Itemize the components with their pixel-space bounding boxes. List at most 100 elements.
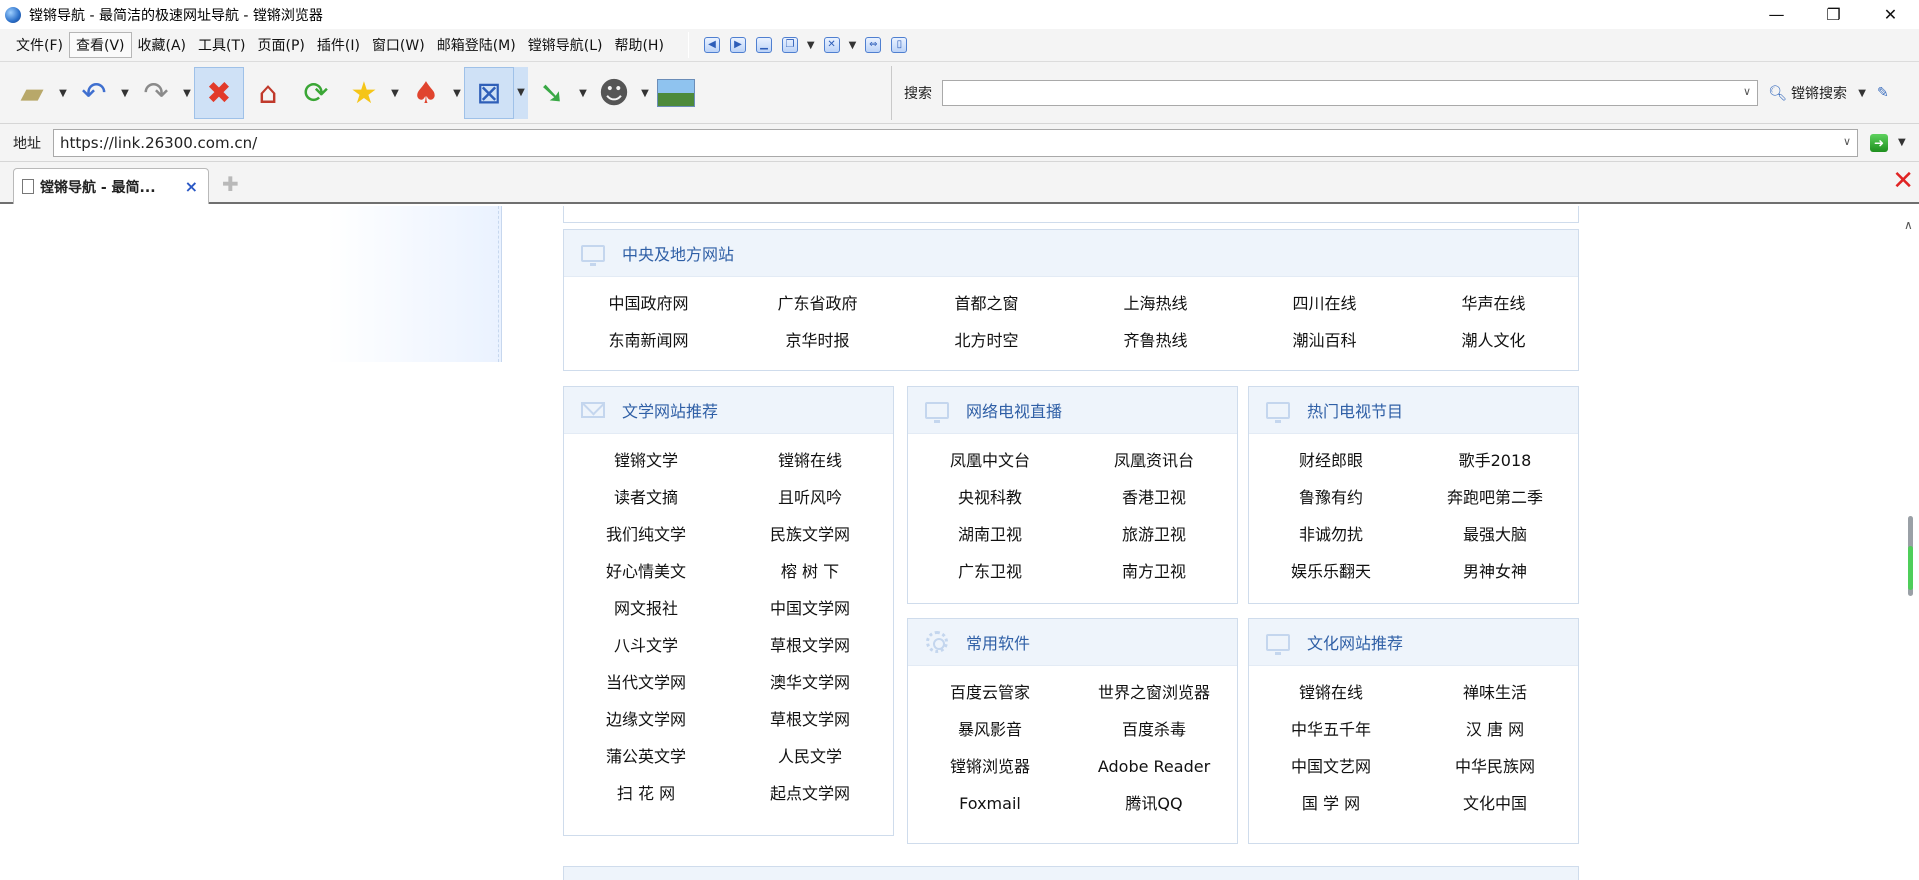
new-tab-icon[interactable]: ✚ bbox=[222, 172, 239, 196]
proxy-button[interactable]: ☻ bbox=[590, 67, 638, 119]
site-link[interactable]: 凤凰中文台 bbox=[908, 442, 1072, 479]
tab-navigation[interactable]: 镗锵导航 - 最简... × bbox=[13, 168, 209, 204]
site-link[interactable]: 歌手2018 bbox=[1413, 442, 1577, 479]
site-link[interactable]: 当代文学网 bbox=[564, 664, 728, 701]
site-link[interactable]: Foxmail bbox=[908, 785, 1072, 822]
back-button[interactable]: ↶ bbox=[70, 67, 118, 119]
chevron-down-icon[interactable]: ▼ bbox=[1855, 88, 1869, 99]
search-input[interactable]: ∨ bbox=[942, 80, 1758, 106]
refresh-button[interactable]: ⟳ bbox=[292, 67, 340, 119]
site-link[interactable]: 国 学 网 bbox=[1249, 785, 1413, 822]
pen-icon[interactable]: ✎ bbox=[1877, 85, 1889, 101]
previous-window-icon[interactable]: ◀ bbox=[703, 37, 720, 53]
site-link[interactable]: 四川在线 bbox=[1240, 285, 1409, 322]
stop-button[interactable]: ✖ bbox=[194, 67, 244, 119]
site-link[interactable]: 娱乐乐翻天 bbox=[1249, 553, 1413, 590]
menu-navigation[interactable]: 镗锵导航(L) bbox=[522, 32, 609, 58]
close-tab-icon[interactable]: ✕ bbox=[823, 37, 840, 53]
restore-tab-icon[interactable]: ❐ bbox=[781, 37, 798, 53]
site-link[interactable]: 男神女神 bbox=[1413, 553, 1577, 590]
site-link[interactable]: 镗锵在线 bbox=[1249, 674, 1413, 711]
menu-favorites[interactable]: 收藏(A) bbox=[132, 32, 193, 58]
site-link[interactable]: 齐鲁热线 bbox=[1071, 322, 1240, 359]
site-link[interactable]: 鲁豫有约 bbox=[1249, 479, 1413, 516]
site-link[interactable]: 读者文摘 bbox=[564, 479, 728, 516]
menu-plugins[interactable]: 插件(I) bbox=[311, 32, 366, 58]
cascade-windows-icon[interactable]: ▯ bbox=[891, 37, 908, 53]
minimize-tab-icon[interactable]: ▁ bbox=[755, 37, 772, 53]
site-link[interactable]: 八斗文学 bbox=[564, 627, 728, 664]
chevron-down-icon[interactable]: ▼ bbox=[388, 88, 402, 99]
open-folder-button[interactable]: ▰ bbox=[8, 67, 56, 119]
chevron-down-icon[interactable]: ▼ bbox=[180, 88, 194, 99]
site-link[interactable]: 镗锵浏览器 bbox=[908, 748, 1072, 785]
site-link[interactable]: 澳华文学网 bbox=[728, 664, 892, 701]
favorites-button[interactable]: ★ bbox=[340, 67, 388, 119]
chevron-down-icon[interactable]: ▼ bbox=[118, 88, 132, 99]
site-link[interactable]: 世界之窗浏览器 bbox=[1072, 674, 1236, 711]
site-link[interactable]: 广东卫视 bbox=[908, 553, 1072, 590]
site-link[interactable]: 香港卫视 bbox=[1072, 479, 1236, 516]
site-link[interactable]: 草根文学网 bbox=[728, 701, 892, 738]
site-link[interactable]: 百度杀毒 bbox=[1072, 711, 1236, 748]
site-link[interactable]: 东南新闻网 bbox=[564, 322, 733, 359]
site-link[interactable]: 镗锵文学 bbox=[564, 442, 728, 479]
site-link[interactable]: 首都之窗 bbox=[902, 285, 1071, 322]
site-link[interactable]: 禅味生活 bbox=[1413, 674, 1577, 711]
site-link[interactable]: 旅游卫视 bbox=[1072, 516, 1236, 553]
restore-button[interactable]: ❐ bbox=[1805, 0, 1862, 29]
chevron-down-icon[interactable]: ▼ bbox=[638, 88, 652, 99]
site-link[interactable]: 潮人文化 bbox=[1409, 322, 1578, 359]
chevron-down-icon[interactable]: ∨ bbox=[1743, 85, 1751, 98]
chevron-up-icon[interactable]: ∧ bbox=[1904, 218, 1913, 232]
window-close-button[interactable]: ⊠ bbox=[464, 67, 514, 119]
site-link[interactable]: 镗锵在线 bbox=[728, 442, 892, 479]
site-link[interactable]: 边缘文学网 bbox=[564, 701, 728, 738]
forward-button[interactable]: ↷ bbox=[132, 67, 180, 119]
chevron-down-icon[interactable]: ▼ bbox=[450, 88, 464, 99]
site-link[interactable]: 好心情美文 bbox=[564, 553, 728, 590]
site-link[interactable]: 奔跑吧第二季 bbox=[1413, 479, 1577, 516]
site-link[interactable]: 榕 树 下 bbox=[728, 553, 892, 590]
site-link[interactable]: 汉 唐 网 bbox=[1413, 711, 1577, 748]
site-link[interactable]: 非诚勿扰 bbox=[1249, 516, 1413, 553]
site-link[interactable]: 京华时报 bbox=[733, 322, 902, 359]
site-link[interactable]: 起点文学网 bbox=[728, 775, 892, 812]
go-arrow-icon[interactable]: ➜ bbox=[1870, 133, 1888, 152]
site-link[interactable]: 凤凰资讯台 bbox=[1072, 442, 1236, 479]
site-link[interactable]: 中华民族网 bbox=[1413, 748, 1577, 785]
site-link[interactable]: 中国文艺网 bbox=[1249, 748, 1413, 785]
chevron-down-icon[interactable]: ▼ bbox=[1898, 137, 1906, 148]
site-link[interactable]: 南方卫视 bbox=[1072, 553, 1236, 590]
site-link[interactable]: 腾讯QQ bbox=[1072, 785, 1236, 822]
plugins-button[interactable]: ♠ bbox=[402, 67, 450, 119]
site-link[interactable]: 暴风影音 bbox=[908, 711, 1072, 748]
vertical-scrollbar[interactable]: ∧ bbox=[1900, 206, 1919, 880]
site-link[interactable]: 财经郎眼 bbox=[1249, 442, 1413, 479]
menu-file[interactable]: 文件(F) bbox=[10, 32, 69, 58]
search-button[interactable]: 🔍︎ 镗锵搜索 ▼ ✎ bbox=[1768, 83, 1889, 103]
screenshot-button[interactable] bbox=[652, 67, 700, 119]
site-link[interactable]: 湖南卫视 bbox=[908, 516, 1072, 553]
site-link[interactable]: 广东省政府 bbox=[733, 285, 902, 322]
site-link[interactable]: 央视科教 bbox=[908, 479, 1072, 516]
site-link[interactable]: 草根文学网 bbox=[728, 627, 892, 664]
site-link[interactable]: 蒲公英文学 bbox=[564, 738, 728, 775]
minimize-button[interactable]: — bbox=[1748, 0, 1805, 29]
site-link[interactable]: 网文报社 bbox=[564, 590, 728, 627]
site-link[interactable]: 我们纯文学 bbox=[564, 516, 728, 553]
site-link[interactable]: 中国政府网 bbox=[564, 285, 733, 322]
address-input[interactable]: https://link.26300.com.cn/ ∨ bbox=[53, 128, 1858, 157]
menu-tools[interactable]: 工具(T) bbox=[192, 32, 251, 58]
tab-close-icon[interactable]: × bbox=[185, 177, 198, 196]
close-all-tabs-icon[interactable]: ✕ bbox=[1892, 166, 1914, 196]
site-link[interactable]: 中国文学网 bbox=[728, 590, 892, 627]
site-link[interactable]: 扫 花 网 bbox=[564, 775, 728, 812]
home-button[interactable]: ⌂ bbox=[244, 67, 292, 119]
chevron-down-icon[interactable]: ▼ bbox=[514, 67, 528, 119]
site-link[interactable]: 最强大脑 bbox=[1413, 516, 1577, 553]
site-link[interactable]: 北方时空 bbox=[902, 322, 1071, 359]
menu-mail-login[interactable]: 邮箱登陆(M) bbox=[431, 32, 522, 58]
site-link[interactable]: 华声在线 bbox=[1409, 285, 1578, 322]
site-link[interactable]: 中华五千年 bbox=[1249, 711, 1413, 748]
